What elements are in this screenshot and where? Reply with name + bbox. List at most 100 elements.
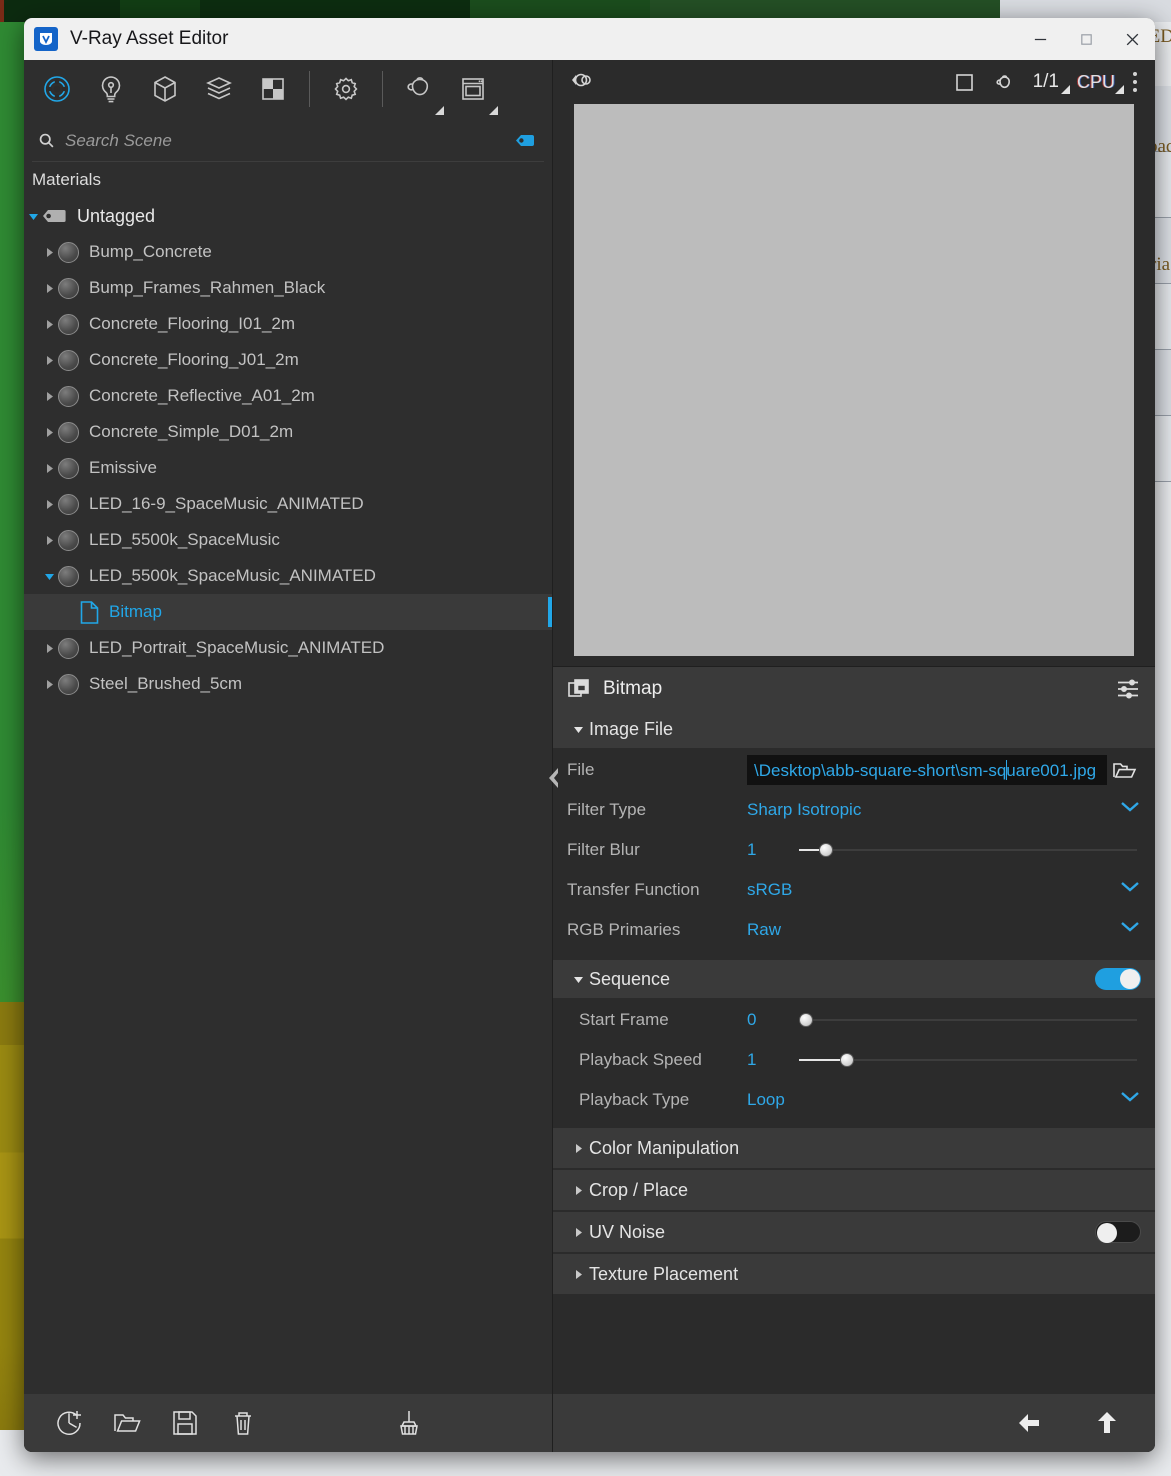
file-path-input[interactable]: \Desktop\abb-square-short\sm-square001.j… xyxy=(747,755,1107,785)
expand-caret-right-icon[interactable] xyxy=(40,391,58,402)
expand-caret-right-icon[interactable] xyxy=(40,499,58,510)
toolbar-lights-button[interactable] xyxy=(84,62,138,116)
render-device-label[interactable]: CPU xyxy=(1067,72,1124,94)
slider-knob[interactable] xyxy=(799,1013,813,1027)
rollup-image-file[interactable]: Image File xyxy=(553,710,1155,748)
expand-caret-right-icon[interactable] xyxy=(567,1143,589,1154)
tree-node-material[interactable]: LED_5500k_SpaceMusic xyxy=(24,522,552,558)
rollup-sequence[interactable]: Sequence xyxy=(553,960,1155,998)
material-preview-area[interactable] xyxy=(553,104,1155,666)
property-row-transfer-function[interactable]: Transfer Function sRGB xyxy=(553,870,1155,910)
property-row-playback-speed[interactable]: Playback Speed 1 xyxy=(553,1040,1155,1080)
preview-shape-teapot-button[interactable] xyxy=(985,62,1025,102)
folder-open-icon[interactable] xyxy=(98,1399,156,1447)
rollup-texture-placement[interactable]: Texture Placement xyxy=(553,1254,1155,1294)
sequence-toggle[interactable] xyxy=(1095,968,1141,990)
start-frame-slider[interactable] xyxy=(799,1010,1137,1030)
playback-speed-slider[interactable] xyxy=(799,1050,1137,1070)
chevron-down-icon[interactable] xyxy=(1119,799,1141,821)
tree-node-bitmap-selected[interactable]: Bitmap xyxy=(24,594,552,630)
chevron-down-icon[interactable] xyxy=(1119,1089,1141,1111)
vfb-render-icon[interactable] xyxy=(567,70,593,95)
tree-node-material[interactable]: Concrete_Simple_D01_2m xyxy=(24,414,552,450)
expand-caret-right-icon[interactable] xyxy=(40,283,58,294)
close-icon[interactable] xyxy=(1109,18,1155,60)
expand-caret-right-icon[interactable] xyxy=(40,535,58,546)
toolbar-materials-button[interactable] xyxy=(30,62,84,116)
toolbar-render-elements-button[interactable] xyxy=(192,62,246,116)
minimize-icon[interactable] xyxy=(1017,18,1063,60)
tree-node-material[interactable]: Concrete_Flooring_J01_2m xyxy=(24,342,552,378)
property-row-start-frame[interactable]: Start Frame 0 xyxy=(553,1000,1155,1040)
expand-caret-right-icon[interactable] xyxy=(567,1269,589,1280)
expand-caret-down-icon[interactable] xyxy=(567,974,589,985)
property-value[interactable]: 1 xyxy=(747,1050,781,1070)
property-value[interactable]: 0 xyxy=(747,1010,781,1030)
expand-caret-right-icon[interactable] xyxy=(40,463,58,474)
uv-noise-toggle[interactable] xyxy=(1095,1221,1141,1243)
material-sphere-icon xyxy=(58,349,79,371)
property-value: Raw xyxy=(747,920,782,939)
property-row-rgb-primaries[interactable]: RGB Primaries Raw xyxy=(553,910,1155,950)
property-row-filter-type[interactable]: Filter Type Sharp Isotropic xyxy=(553,790,1155,830)
folder-open-icon[interactable] xyxy=(1107,755,1141,785)
toolbar-preview-teapot-button[interactable] xyxy=(392,62,446,116)
chevron-down-icon[interactable] xyxy=(1119,879,1141,901)
tree-node-material[interactable]: LED_Portrait_SpaceMusic_ANIMATED xyxy=(24,630,552,666)
arrow-up-icon[interactable] xyxy=(1085,1401,1129,1445)
expand-caret-right-icon[interactable] xyxy=(40,355,58,366)
tag-filter-icon[interactable] xyxy=(514,133,536,148)
tree-node-untagged[interactable]: Untagged xyxy=(24,198,552,234)
property-row-filter-blur[interactable]: Filter Blur 1 xyxy=(553,830,1155,870)
collapse-panel-chevron-left-icon[interactable] xyxy=(541,750,565,806)
property-label: RGB Primaries xyxy=(567,920,681,939)
broom-purge-icon[interactable] xyxy=(380,1399,438,1447)
expand-caret-right-icon[interactable] xyxy=(40,427,58,438)
tree-node-material[interactable]: Bump_Concrete xyxy=(24,234,552,270)
preview-ratio-label[interactable]: 1/1 xyxy=(1025,71,1070,94)
expand-caret-down-icon[interactable] xyxy=(40,571,58,582)
property-value[interactable]: 1 xyxy=(747,840,781,860)
slider-knob[interactable] xyxy=(839,1053,854,1067)
tree-node-material[interactable]: Bump_Frames_Rahmen_Black xyxy=(24,270,552,306)
toolbar-geometry-button[interactable] xyxy=(138,62,192,116)
background-olive-strip-left xyxy=(0,1002,26,1432)
expand-caret-down-icon[interactable] xyxy=(567,724,589,735)
toolbar-settings-button[interactable] xyxy=(319,62,373,116)
sliders-icon[interactable] xyxy=(1115,676,1141,702)
expand-caret-right-icon[interactable] xyxy=(567,1227,589,1238)
rollup-crop-place[interactable]: Crop / Place xyxy=(553,1170,1155,1210)
toolbar-textures-button[interactable] xyxy=(246,62,300,116)
save-disk-icon[interactable] xyxy=(156,1399,214,1447)
tree-node-material[interactable]: Steel_Brushed_5cm xyxy=(24,666,552,702)
expand-caret-right-icon[interactable] xyxy=(567,1185,589,1196)
trash-icon[interactable] xyxy=(214,1399,272,1447)
preview-shape-square-button[interactable] xyxy=(945,62,985,102)
rollup-color-manipulation[interactable]: Color Manipulation xyxy=(553,1128,1155,1168)
toolbar-render-frame-window-button[interactable] xyxy=(446,62,500,116)
title-bar[interactable]: V-Ray Asset Editor xyxy=(24,18,1155,60)
vray-asset-editor-window: V-Ray Asset Editor Search Scene Material… xyxy=(24,18,1155,1452)
arrow-left-icon[interactable] xyxy=(1007,1401,1051,1445)
asset-tree[interactable]: Materials Untagged Bump_Concrete Bump_Fr… xyxy=(24,162,552,1394)
add-asset-icon[interactable] xyxy=(40,1399,98,1447)
kebab-menu-icon[interactable] xyxy=(1121,72,1143,92)
expand-caret-right-icon[interactable] xyxy=(40,319,58,330)
search-bar[interactable] xyxy=(32,120,544,162)
expand-caret-right-icon[interactable] xyxy=(40,679,58,690)
rollup-uv-noise[interactable]: UV Noise xyxy=(553,1212,1155,1252)
expand-caret-right-icon[interactable] xyxy=(40,643,58,654)
tree-node-material[interactable]: Concrete_Flooring_I01_2m xyxy=(24,306,552,342)
chevron-down-icon[interactable] xyxy=(1119,919,1141,941)
slider-knob[interactable] xyxy=(819,843,834,857)
expand-caret-right-icon[interactable] xyxy=(40,247,58,258)
search-input[interactable] xyxy=(65,130,514,151)
tree-node-material[interactable]: Concrete_Reflective_A01_2m xyxy=(24,378,552,414)
maximize-icon[interactable] xyxy=(1063,18,1109,60)
tree-node-material[interactable]: Emissive xyxy=(24,450,552,486)
tree-node-material-expanded[interactable]: LED_5500k_SpaceMusic_ANIMATED xyxy=(24,558,552,594)
filter-blur-slider[interactable] xyxy=(799,840,1137,860)
tree-node-material[interactable]: LED_16-9_SpaceMusic_ANIMATED xyxy=(24,486,552,522)
expand-caret-down-icon[interactable] xyxy=(24,211,42,222)
property-row-playback-type[interactable]: Playback Type Loop xyxy=(553,1080,1155,1120)
